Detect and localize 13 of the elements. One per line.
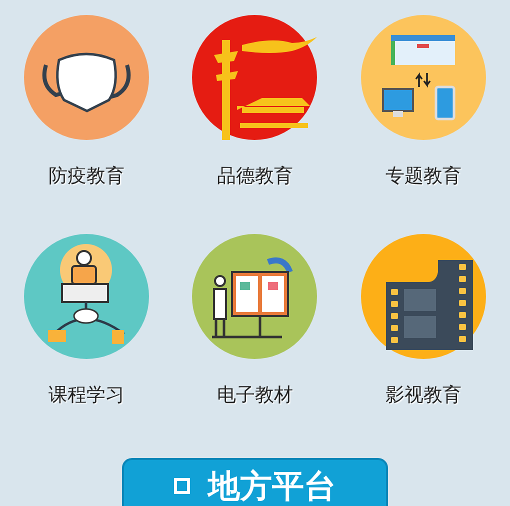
monument-gate-icon: [192, 15, 318, 140]
category-label[interactable]: 防疫教育: [48, 165, 124, 189]
devices-sync-icon: [361, 15, 486, 140]
category-label[interactable]: 电子教材: [216, 384, 293, 408]
square-icon: [174, 478, 190, 494]
face-mask-icon: [24, 15, 149, 140]
category-label[interactable]: 专题教育: [386, 165, 462, 189]
category-label[interactable]: 课程学习: [48, 384, 124, 408]
category-label[interactable]: 影视教育: [386, 384, 462, 408]
lecturer-network-icon: [24, 234, 149, 359]
teacher-book-icon: [192, 234, 318, 359]
film-strip-icon: [361, 234, 486, 359]
category-label[interactable]: 品德教育: [216, 165, 293, 189]
